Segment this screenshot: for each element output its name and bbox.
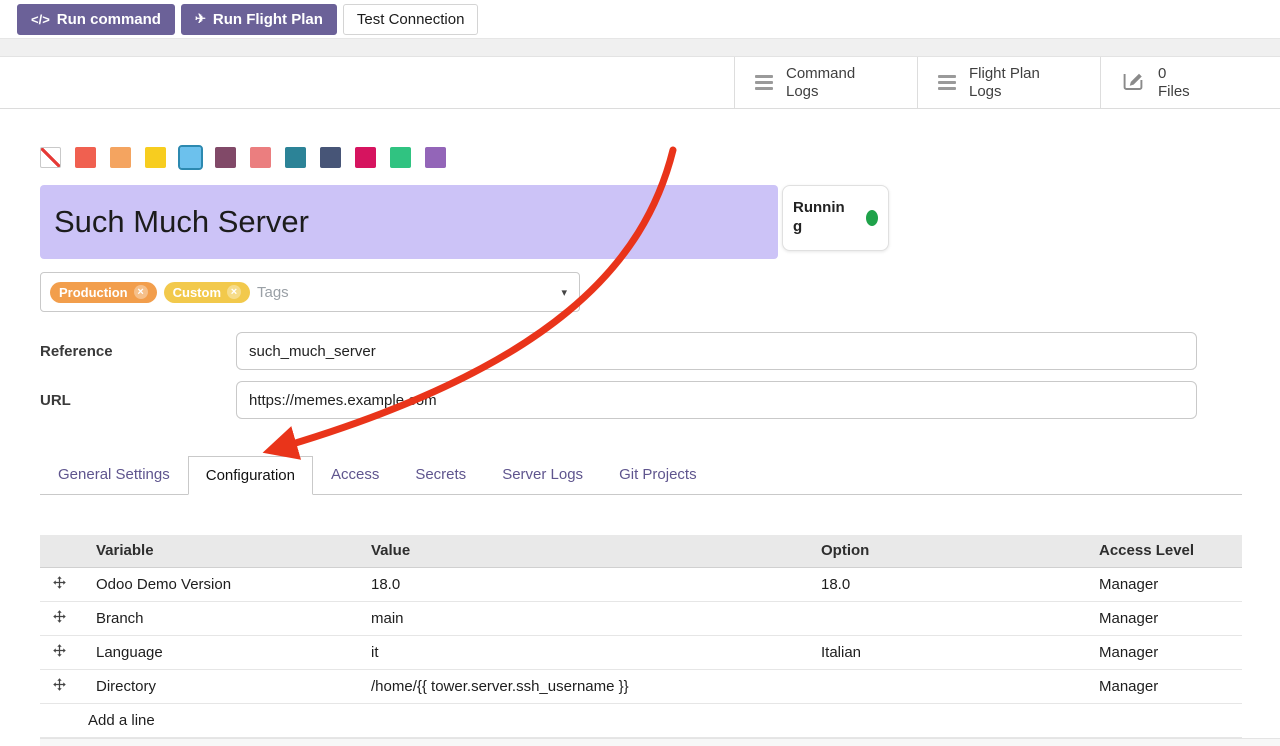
color-swatch[interactable] [285, 147, 306, 168]
cell-option[interactable] [815, 601, 1093, 635]
color-swatch[interactable] [425, 147, 446, 168]
edit-icon [1121, 68, 1145, 97]
add-line-row: Add a line [40, 703, 1242, 737]
tag-remove-icon[interactable]: × [134, 285, 148, 299]
tag-label: Custom [173, 285, 221, 300]
cell-access-level[interactable]: Manager [1093, 669, 1242, 703]
url-input[interactable] [236, 381, 1197, 419]
color-swatch-none[interactable] [40, 147, 61, 168]
files-label: 0 Files [1158, 65, 1190, 101]
tab-server-logs[interactable]: Server Logs [484, 455, 601, 494]
reference-input[interactable] [236, 332, 1197, 370]
test-connection-label: Test Connection [357, 11, 465, 28]
tab-git-projects[interactable]: Git Projects [601, 455, 715, 494]
cell-access-level[interactable]: Manager [1093, 635, 1242, 669]
divider-strip [0, 38, 1280, 57]
run-flight-plan-button[interactable]: ✈ Run Flight Plan [181, 4, 337, 35]
cell-access-level[interactable]: Manager [1093, 601, 1242, 635]
col-header-option[interactable]: Option [815, 535, 1093, 567]
run-command-label: Run command [57, 11, 161, 28]
table-row[interactable]: Directory /home/{{ tower.server.ssh_user… [40, 669, 1242, 703]
cell-value[interactable]: /home/{{ tower.server.ssh_username }} [365, 669, 815, 703]
tag-custom[interactable]: Custom × [164, 282, 250, 303]
tab-access[interactable]: Access [313, 455, 397, 494]
drag-handle-icon[interactable] [40, 635, 78, 669]
list-icon [755, 75, 773, 90]
tags-input[interactable]: Production × Custom × Tags ▾ [40, 272, 580, 312]
color-swatch[interactable] [390, 147, 411, 168]
paper-plane-icon: ✈ [195, 11, 206, 27]
tags-placeholder: Tags [257, 284, 289, 301]
status-button-running[interactable]: Running [782, 185, 889, 251]
color-swatch[interactable] [75, 147, 96, 168]
table-row[interactable]: Branch main Manager [40, 601, 1242, 635]
tab-general-settings[interactable]: General Settings [40, 455, 188, 494]
cell-variable[interactable]: Directory [78, 669, 365, 703]
tag-label: Production [59, 285, 128, 300]
cell-value[interactable]: it [365, 635, 815, 669]
color-swatch[interactable] [145, 147, 166, 168]
col-header-variable[interactable]: Variable [78, 535, 365, 567]
color-swatch[interactable] [320, 147, 341, 168]
test-connection-button[interactable]: Test Connection [343, 4, 479, 35]
tab-configuration[interactable]: Configuration [188, 456, 313, 495]
run-command-button[interactable]: </> Run command [17, 4, 175, 35]
cell-variable[interactable]: Language [78, 635, 365, 669]
flight-plan-logs-label: Flight Plan Logs [969, 65, 1040, 101]
cell-access-level[interactable]: Manager [1093, 567, 1242, 601]
color-swatch[interactable] [250, 147, 271, 168]
cell-option[interactable]: 18.0 [815, 567, 1093, 601]
code-icon: </> [31, 12, 50, 27]
tag-production[interactable]: Production × [50, 282, 157, 303]
color-swatch-selected[interactable] [180, 147, 201, 168]
run-flight-plan-label: Run Flight Plan [213, 11, 323, 28]
server-name-input[interactable] [40, 185, 778, 259]
cell-value[interactable]: 18.0 [365, 567, 815, 601]
table-row[interactable]: Odoo Demo Version 18.0 18.0 Manager [40, 567, 1242, 601]
col-header-access-level[interactable]: Access Level [1093, 535, 1242, 567]
drag-handle-icon[interactable] [40, 601, 78, 635]
color-swatch[interactable] [215, 147, 236, 168]
cell-variable[interactable]: Branch [78, 601, 365, 635]
command-logs-label: Command Logs [786, 65, 855, 101]
drag-handle-icon[interactable] [40, 669, 78, 703]
tag-remove-icon[interactable]: × [227, 285, 241, 299]
form-header: Command Logs Flight Plan Logs 0 Files [0, 57, 1280, 109]
color-picker [40, 147, 1280, 168]
cell-value[interactable]: main [365, 601, 815, 635]
flight-plan-logs-stat-button[interactable]: Flight Plan Logs [917, 57, 1100, 108]
cell-option[interactable] [815, 669, 1093, 703]
command-logs-stat-button[interactable]: Command Logs [734, 57, 917, 108]
configuration-table: Variable Value Option Access Level Odoo … [40, 535, 1242, 738]
cell-option[interactable]: Italian [815, 635, 1093, 669]
notebook-tabs: General Settings Configuration Access Se… [40, 455, 1242, 495]
status-green-dot [866, 210, 878, 226]
chevron-down-icon[interactable]: ▾ [561, 286, 567, 299]
table-row[interactable]: Language it Italian Manager [40, 635, 1242, 669]
files-stat-button[interactable]: 0 Files [1100, 57, 1280, 108]
status-label: Running [793, 199, 847, 237]
col-header-value[interactable]: Value [365, 535, 815, 567]
color-swatch[interactable] [110, 147, 131, 168]
url-label: URL [40, 392, 236, 409]
reference-label: Reference [40, 343, 236, 360]
tab-secrets[interactable]: Secrets [397, 455, 484, 494]
record-sheet: Running Production × Custom × Tags ▾ Ref… [0, 147, 1280, 746]
drag-handle-icon[interactable] [40, 567, 78, 601]
top-action-bar: </> Run command ✈ Run Flight Plan Test C… [0, 0, 1280, 38]
add-a-line-link[interactable]: Add a line [40, 703, 1242, 737]
list-icon [938, 75, 956, 90]
table-header-row: Variable Value Option Access Level [40, 535, 1242, 567]
cell-variable[interactable]: Odoo Demo Version [78, 567, 365, 601]
color-swatch[interactable] [355, 147, 376, 168]
